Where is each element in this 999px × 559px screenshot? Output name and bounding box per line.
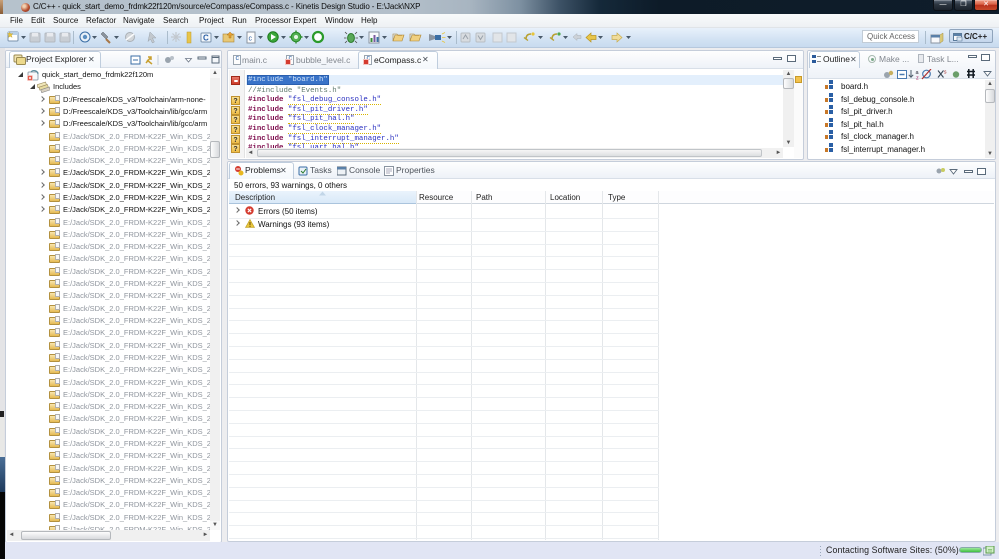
svg-text:C: C (203, 34, 209, 43)
svg-text:c: c (249, 36, 253, 43)
svg-text:s: s (944, 70, 947, 76)
svg-text:z: z (916, 76, 919, 81)
